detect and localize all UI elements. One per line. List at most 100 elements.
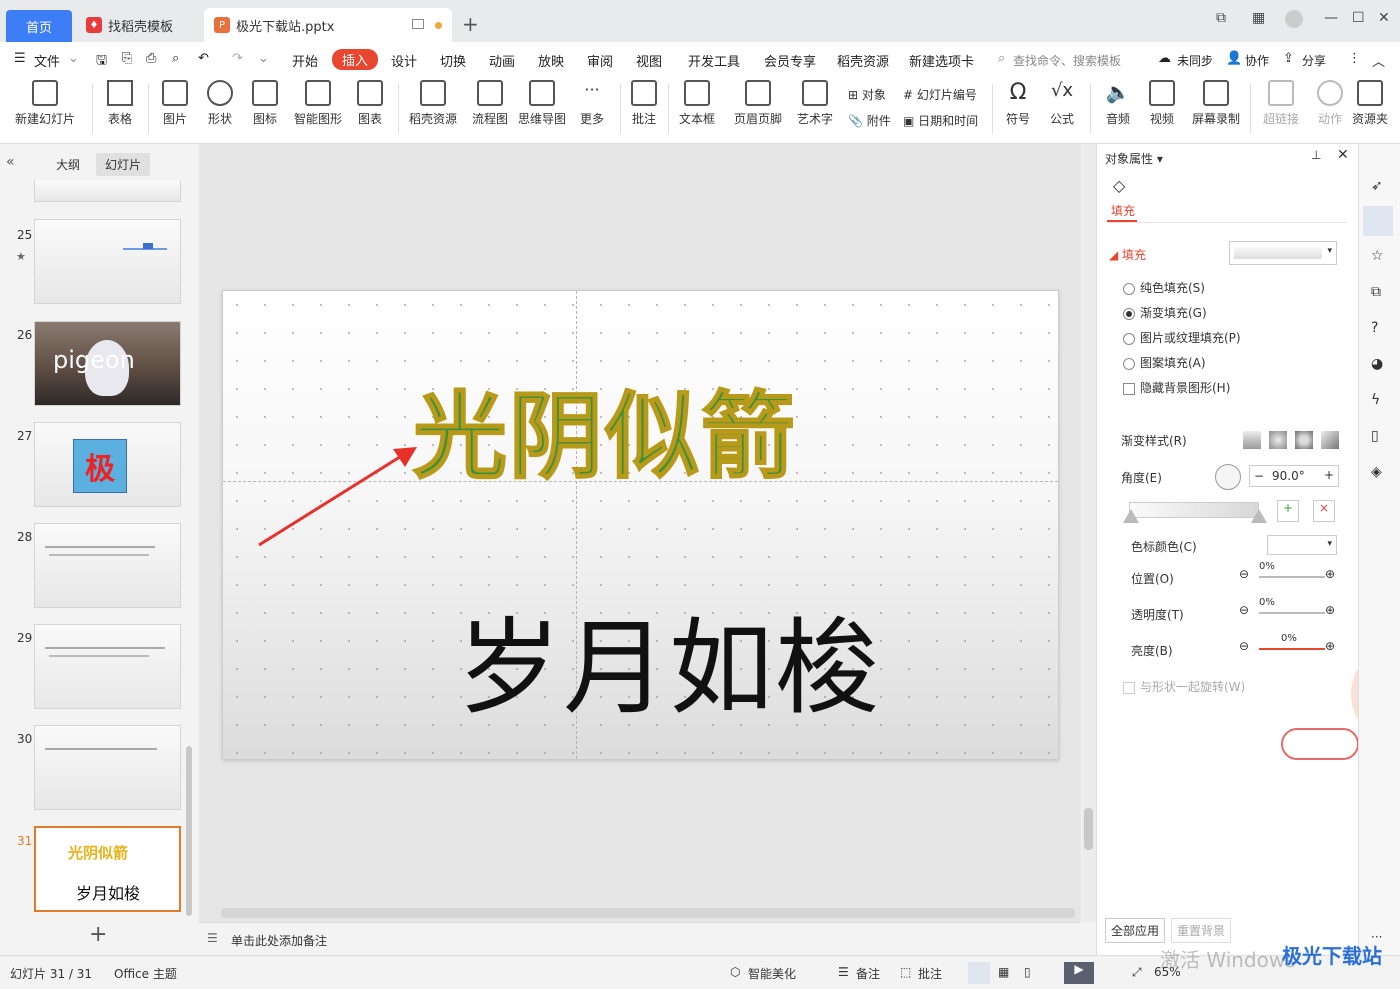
menu-file[interactable]: 文件: [34, 51, 60, 70]
more-button[interactable]: ··· 更多: [572, 80, 612, 127]
menu-icon[interactable]: ☰: [14, 51, 26, 66]
table-button[interactable]: 表格: [100, 80, 140, 127]
angle-stepper[interactable]: −90.0° +: [1249, 465, 1339, 487]
beautify-button[interactable]: 智能美化: [748, 965, 796, 982]
flowchart-button[interactable]: 流程图: [468, 80, 512, 127]
redo-icon[interactable]: ↷: [232, 51, 243, 66]
transparency-plus-icon[interactable]: ⊕: [1325, 603, 1335, 617]
notes-toggle[interactable]: 备注: [856, 965, 880, 982]
minus-icon[interactable]: −: [1254, 469, 1264, 483]
wordart-button[interactable]: 艺术字: [790, 80, 840, 127]
pane-title[interactable]: 对象属性 ▾: [1105, 150, 1163, 167]
tab-outline[interactable]: 大纲: [56, 156, 80, 173]
comment-toggle-icon[interactable]: ⬚: [900, 965, 911, 979]
slide[interactable]: 光阴似箭 岁月如梭: [222, 290, 1059, 760]
sync-status[interactable]: 未同步: [1177, 52, 1213, 69]
export-icon[interactable]: ⎘: [122, 51, 132, 66]
avatar[interactable]: [1285, 10, 1303, 28]
palette-icon[interactable]: ◕: [1371, 356, 1383, 372]
beautify-icon[interactable]: ⬡: [730, 965, 740, 979]
slide-thumbnail[interactable]: 极: [34, 422, 181, 507]
gradient-rect-swatch[interactable]: [1295, 431, 1313, 449]
collapse-pane-icon[interactable]: «: [6, 154, 15, 170]
docer-resource-button[interactable]: 稻壳资源: [405, 80, 461, 127]
angle-dial[interactable]: [1215, 464, 1241, 490]
notes-bar[interactable]: ☰ 单击此处添加备注: [199, 922, 1081, 955]
rotate-with-shape-checkbox[interactable]: 与形状一起旋转(W): [1123, 678, 1245, 695]
slide-title-text[interactable]: 光阴似箭: [412, 361, 797, 497]
attachment-button[interactable]: 📎 附件: [848, 112, 891, 129]
symbol-button[interactable]: Ω 符号: [998, 80, 1038, 127]
menu-developer[interactable]: 开发工具: [688, 51, 740, 70]
gradient-stop-right[interactable]: [1251, 509, 1267, 523]
tab-templates[interactable]: ♦ 找稻壳模板: [78, 8, 200, 42]
menu-docer[interactable]: 稻壳资源: [837, 51, 889, 70]
collab-button[interactable]: 协作: [1245, 52, 1269, 69]
tab-fill[interactable]: 填充: [1111, 202, 1135, 219]
thumbnail-scrollbar[interactable]: [186, 746, 192, 916]
position-slider[interactable]: [1259, 576, 1325, 578]
menu-member[interactable]: 会员专享: [764, 51, 816, 70]
audio-button[interactable]: 🔈 音频: [1098, 80, 1138, 127]
position-minus-icon[interactable]: ⊖: [1239, 567, 1249, 581]
gradient-radial-swatch[interactable]: [1269, 431, 1287, 449]
play-button[interactable]: ▶: [1064, 962, 1094, 984]
menu-animation[interactable]: 动画: [489, 51, 515, 70]
monitor-icon[interactable]: [412, 19, 424, 29]
screen-record-button[interactable]: 屏幕录制: [1190, 80, 1242, 127]
angle-value[interactable]: 90.0°: [1272, 469, 1305, 483]
maximize-icon[interactable]: ☐: [1352, 10, 1365, 26]
minimize-icon[interactable]: —: [1324, 10, 1338, 26]
menu-transition[interactable]: 切换: [440, 51, 466, 70]
shape-button[interactable]: 形状: [200, 80, 240, 127]
gradient-bar[interactable]: [1129, 502, 1259, 518]
vertical-scrollbar[interactable]: [1082, 144, 1096, 922]
close-icon[interactable]: ✕: [1378, 10, 1390, 26]
comment-toggle[interactable]: 批注: [918, 965, 942, 982]
book-icon[interactable]: ▯: [1371, 428, 1379, 444]
slide-thumbnail[interactable]: [34, 180, 181, 202]
hide-background-checkbox[interactable]: 隐藏背景图形(H): [1123, 379, 1230, 396]
fill-section-header[interactable]: ◢ 填充: [1109, 246, 1146, 263]
radio-gradient-fill[interactable]: 渐变填充(G): [1123, 304, 1207, 321]
slide-subtitle-text[interactable]: 岁月如梭: [457, 583, 881, 734]
resource-button[interactable]: 资源夹: [1350, 80, 1390, 127]
fit-icon[interactable]: ⤢: [1132, 965, 1142, 980]
menu-design[interactable]: 设计: [391, 51, 417, 70]
reading-view-icon[interactable]: ▯: [1024, 965, 1031, 979]
normal-view-icon[interactable]: [968, 962, 990, 984]
brightness-slider[interactable]: [1259, 648, 1325, 650]
formula-button[interactable]: √x 公式: [1042, 80, 1082, 127]
rocket-icon[interactable]: ➶: [1371, 178, 1383, 194]
position-plus-icon[interactable]: ⊕: [1325, 567, 1335, 581]
action-button[interactable]: 动作: [1312, 80, 1348, 127]
menu-review[interactable]: 审阅: [587, 51, 613, 70]
collab-icon[interactable]: 👤: [1226, 51, 1242, 66]
cloud-sync-icon[interactable]: ☁: [1158, 51, 1171, 66]
notes-placeholder[interactable]: 单击此处添加备注: [231, 932, 327, 949]
search-icon[interactable]: ⌕: [998, 51, 1005, 66]
layout-icon[interactable]: ⧉: [1216, 10, 1226, 26]
brightness-minus-icon[interactable]: ⊖: [1239, 639, 1249, 653]
add-stop-icon[interactable]: +: [1277, 500, 1299, 522]
brightness-plus-icon[interactable]: ⊕: [1325, 639, 1335, 653]
menu-insert[interactable]: 插入: [332, 49, 379, 70]
reset-background-button[interactable]: 重置背景: [1171, 918, 1232, 943]
save-icon[interactable]: 🖫: [96, 51, 107, 73]
video-button[interactable]: 视频: [1142, 80, 1182, 127]
menu-new-tab[interactable]: 新建选项卡: [909, 51, 974, 70]
transparency-slider[interactable]: [1259, 612, 1325, 614]
apply-all-button[interactable]: 全部应用: [1105, 918, 1166, 943]
star-outline-icon[interactable]: ☆: [1371, 248, 1384, 264]
tab-home[interactable]: 首页: [6, 10, 72, 42]
apps-grid-icon[interactable]: ▦: [1252, 10, 1265, 26]
new-tab-plus-icon[interactable]: +: [462, 12, 479, 36]
datetime-button[interactable]: ▣ 日期和时间: [903, 112, 978, 129]
fill-bucket-icon[interactable]: ◇: [1113, 176, 1125, 195]
hyperlink-button[interactable]: 超链接: [1256, 80, 1306, 127]
remove-stop-icon[interactable]: ×: [1313, 500, 1335, 522]
object-button[interactable]: ⊞ 对象: [848, 86, 886, 103]
share-button[interactable]: 分享: [1302, 52, 1326, 69]
new-slide-button[interactable]: 新建幻灯片: [10, 80, 80, 127]
quick-access-more-icon[interactable]: ⌄: [258, 51, 269, 66]
